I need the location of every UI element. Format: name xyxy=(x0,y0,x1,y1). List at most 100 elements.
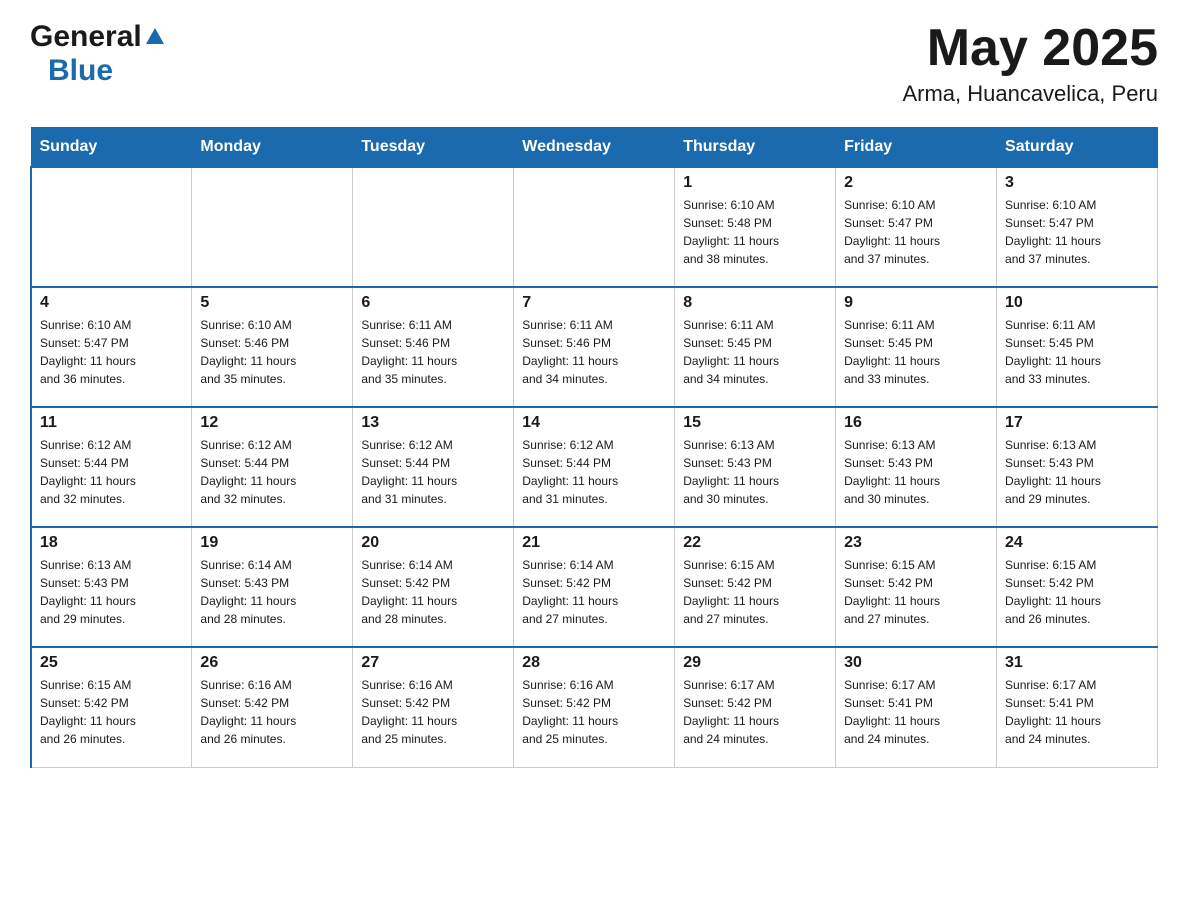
calendar-cell: 12 Sunrise: 6:12 AM Sunset: 5:44 PM Dayli… xyxy=(192,407,353,527)
day-number: 12 xyxy=(200,414,344,432)
day-info: Sunrise: 6:11 AM Sunset: 5:46 PM Dayligh… xyxy=(361,316,505,388)
calendar-cell: 20Sunrise: 6:14 AM Sunset: 5:42 PM Dayli… xyxy=(353,527,514,647)
calendar-week-row: 18 Sunrise: 6:13 AM Sunset: 5:43 PM Dayli… xyxy=(31,527,1158,647)
day-number: 11 xyxy=(40,414,183,432)
calendar-week-row: 4 Sunrise: 6:10 AM Sunset: 5:47 PM Daylig… xyxy=(31,287,1158,407)
title-area: May 2025 Arma, Huancavelica, Peru xyxy=(902,20,1158,107)
day-number: 9 xyxy=(844,294,988,312)
logo: General Blue xyxy=(30,20,164,88)
day-number: 30 xyxy=(844,654,988,672)
calendar-cell xyxy=(31,167,192,287)
day-number: 19 xyxy=(200,534,344,552)
day-info: Sunrise: 6:12 AM Sunset: 5:44 PM Dayligh… xyxy=(522,436,666,508)
calendar-cell: 25 Sunrise: 6:15 AM Sunset: 5:42 PM Dayli… xyxy=(31,647,192,767)
calendar-day-header: Tuesday xyxy=(353,128,514,168)
calendar-cell: 31Sunrise: 6:17 AM Sunset: 5:41 PM Dayli… xyxy=(997,647,1158,767)
calendar-table: SundayMondayTuesdayWednesdayThursdayFrid… xyxy=(30,127,1158,768)
calendar-cell: 13Sunrise: 6:12 AM Sunset: 5:44 PM Dayli… xyxy=(353,407,514,527)
calendar-cell xyxy=(353,167,514,287)
calendar-week-row: 25 Sunrise: 6:15 AM Sunset: 5:42 PM Dayli… xyxy=(31,647,1158,767)
calendar-cell: 24 Sunrise: 6:15 AM Sunset: 5:42 PM Dayli… xyxy=(997,527,1158,647)
day-info: Sunrise: 6:13 AM Sunset: 5:43 PM Dayligh… xyxy=(844,436,988,508)
calendar-cell: 8 Sunrise: 6:11 AM Sunset: 5:45 PM Daylig… xyxy=(675,287,836,407)
calendar-cell: 10 Sunrise: 6:11 AM Sunset: 5:45 PM Dayli… xyxy=(997,287,1158,407)
logo-general-text: General xyxy=(30,20,142,54)
location-title: Arma, Huancavelica, Peru xyxy=(902,81,1158,107)
day-info: Sunrise: 6:15 AM Sunset: 5:42 PM Dayligh… xyxy=(1005,556,1149,628)
calendar-cell: 5 Sunrise: 6:10 AM Sunset: 5:46 PM Daylig… xyxy=(192,287,353,407)
day-info: Sunrise: 6:12 AM Sunset: 5:44 PM Dayligh… xyxy=(200,436,344,508)
day-number: 25 xyxy=(40,654,183,672)
calendar-cell: 27 Sunrise: 6:16 AM Sunset: 5:42 PM Dayli… xyxy=(353,647,514,767)
day-number: 1 xyxy=(683,174,827,192)
day-number: 22 xyxy=(683,534,827,552)
day-number: 17 xyxy=(1005,414,1149,432)
calendar-cell: 19 Sunrise: 6:14 AM Sunset: 5:43 PM Dayli… xyxy=(192,527,353,647)
day-number: 28 xyxy=(522,654,666,672)
day-info: Sunrise: 6:13 AM Sunset: 5:43 PM Dayligh… xyxy=(40,556,183,628)
day-info: Sunrise: 6:11 AM Sunset: 5:45 PM Dayligh… xyxy=(1005,316,1149,388)
calendar-cell: 28Sunrise: 6:16 AM Sunset: 5:42 PM Dayli… xyxy=(514,647,675,767)
calendar-cell: 23 Sunrise: 6:15 AM Sunset: 5:42 PM Dayli… xyxy=(836,527,997,647)
day-number: 21 xyxy=(522,534,666,552)
calendar-cell: 18 Sunrise: 6:13 AM Sunset: 5:43 PM Dayli… xyxy=(31,527,192,647)
logo-triangle-icon xyxy=(146,28,164,49)
day-info: Sunrise: 6:11 AM Sunset: 5:45 PM Dayligh… xyxy=(844,316,988,388)
day-info: Sunrise: 6:10 AM Sunset: 5:47 PM Dayligh… xyxy=(40,316,183,388)
day-info: Sunrise: 6:14 AM Sunset: 5:42 PM Dayligh… xyxy=(361,556,505,628)
day-info: Sunrise: 6:11 AM Sunset: 5:45 PM Dayligh… xyxy=(683,316,827,388)
calendar-day-header: Sunday xyxy=(31,128,192,168)
day-info: Sunrise: 6:15 AM Sunset: 5:42 PM Dayligh… xyxy=(40,676,183,748)
day-info: Sunrise: 6:17 AM Sunset: 5:41 PM Dayligh… xyxy=(844,676,988,748)
day-info: Sunrise: 6:16 AM Sunset: 5:42 PM Dayligh… xyxy=(361,676,505,748)
day-number: 27 xyxy=(361,654,505,672)
day-info: Sunrise: 6:12 AM Sunset: 5:44 PM Dayligh… xyxy=(40,436,183,508)
calendar-cell: 30 Sunrise: 6:17 AM Sunset: 5:41 PM Dayli… xyxy=(836,647,997,767)
day-info: Sunrise: 6:10 AM Sunset: 5:47 PM Dayligh… xyxy=(844,196,988,268)
day-number: 24 xyxy=(1005,534,1149,552)
logo-blue-text: Blue xyxy=(48,54,113,87)
day-info: Sunrise: 6:10 AM Sunset: 5:48 PM Dayligh… xyxy=(683,196,827,268)
calendar-cell: 11 Sunrise: 6:12 AM Sunset: 5:44 PM Dayli… xyxy=(31,407,192,527)
day-number: 15 xyxy=(683,414,827,432)
day-info: Sunrise: 6:15 AM Sunset: 5:42 PM Dayligh… xyxy=(844,556,988,628)
day-info: Sunrise: 6:13 AM Sunset: 5:43 PM Dayligh… xyxy=(1005,436,1149,508)
day-number: 3 xyxy=(1005,174,1149,192)
day-number: 8 xyxy=(683,294,827,312)
calendar-cell: 4 Sunrise: 6:10 AM Sunset: 5:47 PM Daylig… xyxy=(31,287,192,407)
calendar-cell xyxy=(514,167,675,287)
day-number: 29 xyxy=(683,654,827,672)
day-number: 4 xyxy=(40,294,183,312)
calendar-day-header: Saturday xyxy=(997,128,1158,168)
day-info: Sunrise: 6:13 AM Sunset: 5:43 PM Dayligh… xyxy=(683,436,827,508)
calendar-cell: 26Sunrise: 6:16 AM Sunset: 5:42 PM Dayli… xyxy=(192,647,353,767)
calendar-cell: 14 Sunrise: 6:12 AM Sunset: 5:44 PM Dayli… xyxy=(514,407,675,527)
day-info: Sunrise: 6:17 AM Sunset: 5:42 PM Dayligh… xyxy=(683,676,827,748)
day-info: Sunrise: 6:10 AM Sunset: 5:46 PM Dayligh… xyxy=(200,316,344,388)
calendar-day-header: Monday xyxy=(192,128,353,168)
day-number: 26 xyxy=(200,654,344,672)
day-info: Sunrise: 6:14 AM Sunset: 5:43 PM Dayligh… xyxy=(200,556,344,628)
calendar-cell: 7 Sunrise: 6:11 AM Sunset: 5:46 PM Daylig… xyxy=(514,287,675,407)
calendar-day-header: Friday xyxy=(836,128,997,168)
day-number: 14 xyxy=(522,414,666,432)
calendar-day-header: Thursday xyxy=(675,128,836,168)
day-number: 10 xyxy=(1005,294,1149,312)
day-number: 5 xyxy=(200,294,344,312)
day-number: 13 xyxy=(361,414,505,432)
calendar-cell: 1 Sunrise: 6:10 AM Sunset: 5:48 PM Daylig… xyxy=(675,167,836,287)
day-number: 16 xyxy=(844,414,988,432)
calendar-header-row: SundayMondayTuesdayWednesdayThursdayFrid… xyxy=(31,128,1158,168)
day-info: Sunrise: 6:17 AM Sunset: 5:41 PM Dayligh… xyxy=(1005,676,1149,748)
calendar-week-row: 1 Sunrise: 6:10 AM Sunset: 5:48 PM Daylig… xyxy=(31,167,1158,287)
day-number: 18 xyxy=(40,534,183,552)
day-number: 23 xyxy=(844,534,988,552)
day-number: 7 xyxy=(522,294,666,312)
day-info: Sunrise: 6:15 AM Sunset: 5:42 PM Dayligh… xyxy=(683,556,827,628)
day-info: Sunrise: 6:11 AM Sunset: 5:46 PM Dayligh… xyxy=(522,316,666,388)
calendar-cell: 15 Sunrise: 6:13 AM Sunset: 5:43 PM Dayli… xyxy=(675,407,836,527)
day-info: Sunrise: 6:14 AM Sunset: 5:42 PM Dayligh… xyxy=(522,556,666,628)
calendar-cell: 9 Sunrise: 6:11 AM Sunset: 5:45 PM Daylig… xyxy=(836,287,997,407)
day-number: 6 xyxy=(361,294,505,312)
day-number: 2 xyxy=(844,174,988,192)
